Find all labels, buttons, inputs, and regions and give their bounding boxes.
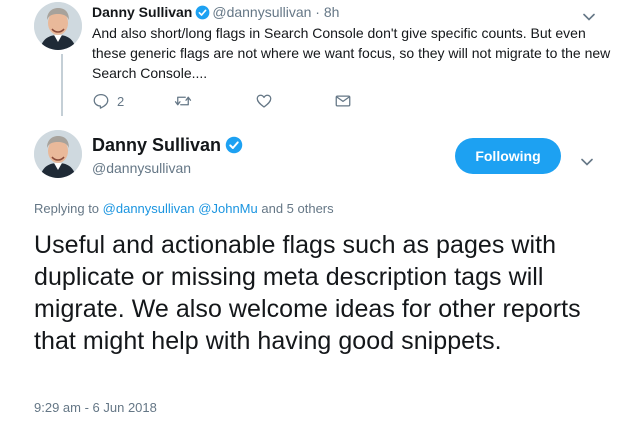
replying-prefix: Replying to (34, 201, 100, 216)
parent-tweet-header: Danny Sullivan @dannysullivan · 8h (92, 4, 339, 20)
verified-badge-icon (225, 136, 243, 154)
heart-icon (255, 92, 273, 110)
parent-author-name[interactable]: Danny Sullivan (92, 4, 192, 20)
replying-others-link[interactable]: and 5 others (261, 201, 333, 216)
main-avatar[interactable] (34, 130, 82, 178)
header-separator: · (315, 4, 320, 20)
reply-icon (92, 92, 110, 110)
reply-count: 2 (117, 93, 125, 109)
tweet-timestamp[interactable]: 9:29 am - 6 Jun 2018 (34, 400, 157, 415)
replying-to-line: Replying to @dannysullivan @JohnMu and 5… (34, 201, 334, 216)
main-author-name-row: Danny Sullivan (92, 134, 245, 156)
envelope-icon (334, 92, 352, 110)
replying-user-link[interactable]: @JohnMu (198, 201, 257, 216)
following-button[interactable]: Following (455, 138, 561, 174)
parent-author-handle[interactable]: @dannysullivan (212, 4, 311, 20)
parent-avatar[interactable] (34, 2, 82, 50)
chevron-down-icon[interactable] (583, 8, 595, 21)
chevron-down-icon[interactable] (581, 153, 593, 166)
replying-user-link[interactable]: @dannysullivan (103, 201, 195, 216)
like-button[interactable] (255, 92, 280, 110)
direct-message-button[interactable] (334, 92, 352, 110)
main-tweet-text: Useful and actionable flags such as page… (34, 231, 581, 355)
retweet-icon (174, 92, 192, 110)
parent-tweet-age[interactable]: 8h (324, 4, 340, 20)
thread-connector-line (61, 54, 63, 116)
reply-button[interactable]: 2 (92, 92, 124, 110)
main-author-handle[interactable]: @dannysullivan (92, 159, 191, 177)
parent-tweet-text: And also short/long flags in Search Cons… (92, 25, 611, 81)
verified-badge-icon (195, 5, 210, 20)
tweet-thread: Danny Sullivan @dannysullivan · 8h And al… (0, 0, 630, 426)
retweet-button[interactable] (174, 92, 199, 110)
main-author-name[interactable]: Danny Sullivan (92, 135, 221, 155)
